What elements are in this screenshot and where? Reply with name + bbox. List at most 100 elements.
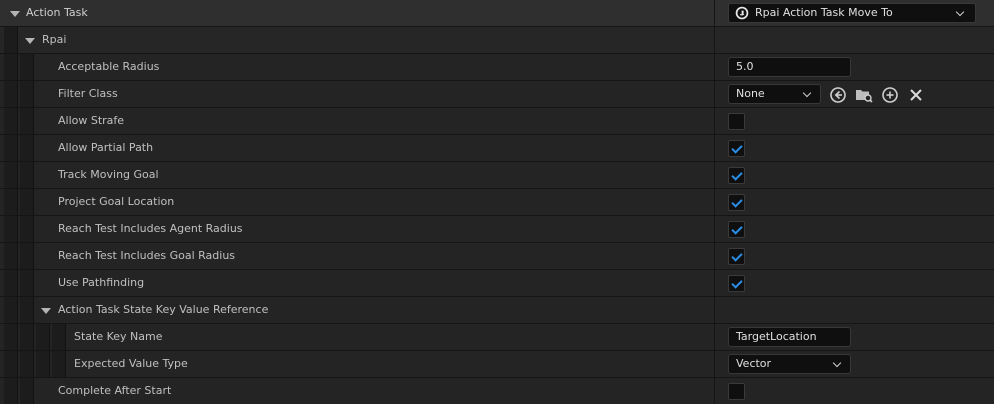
- indent-guide: [52, 324, 66, 350]
- property-row-expected-value-type: Expected Value Type Vector: [0, 351, 994, 378]
- track-moving-goal-checkbox[interactable]: [728, 167, 745, 184]
- indent-guide: [4, 54, 18, 80]
- filter-class-combo[interactable]: None: [728, 84, 821, 104]
- property-label: Track Moving Goal: [58, 168, 159, 181]
- chevron-down-icon: [802, 88, 812, 98]
- property-label: Use Pathfinding: [58, 276, 145, 289]
- property-value-cell: [715, 216, 994, 242]
- reach-goal-radius-checkbox[interactable]: [728, 248, 745, 265]
- property-label: State Key Name: [74, 330, 163, 343]
- state-key-name-input[interactable]: TargetLocation: [728, 327, 851, 347]
- indent-guide: [20, 297, 34, 323]
- property-row-allow-partial-path: Allow Partial Path: [0, 135, 994, 162]
- indent-guide: [4, 378, 18, 404]
- collapse-arrow-icon[interactable]: [10, 11, 20, 17]
- allow-strafe-checkbox[interactable]: [728, 113, 745, 130]
- indent-guide: [4, 270, 18, 296]
- indent-guide: [20, 216, 34, 242]
- project-goal-location-checkbox[interactable]: [728, 194, 745, 211]
- indent-guide: [20, 162, 34, 188]
- property-value-cell: [715, 108, 994, 134]
- plus-circle-icon[interactable]: [880, 85, 900, 105]
- indent-guide: [4, 216, 18, 242]
- indent-guide: [20, 324, 34, 350]
- property-label: Expected Value Type: [74, 357, 188, 370]
- collapse-arrow-icon[interactable]: [41, 308, 51, 314]
- filter-class-value: None: [736, 87, 765, 100]
- acceptable-radius-input[interactable]: 5.0: [728, 57, 851, 77]
- property-label: Reach Test Includes Agent Radius: [58, 222, 243, 235]
- complete-after-start-checkbox[interactable]: [728, 383, 745, 400]
- property-label: Allow Partial Path: [58, 141, 154, 154]
- property-row-allow-strafe: Allow Strafe: [0, 108, 994, 135]
- class-picker-combo[interactable]: Rpai Action Task Move To: [728, 3, 976, 23]
- indent-guide: [4, 189, 18, 215]
- indent-guide: [20, 378, 34, 404]
- indent-guide: [4, 162, 18, 188]
- indent-guide: [20, 81, 34, 107]
- chevron-down-icon: [832, 358, 842, 368]
- indent-guide: [4, 324, 18, 350]
- property-label: Acceptable Radius: [58, 60, 160, 73]
- property-label: Project Goal Location: [58, 195, 175, 208]
- property-label: Reach Test Includes Goal Radius: [58, 249, 236, 262]
- group-value-cell: [715, 27, 994, 53]
- indent-guide: [20, 189, 34, 215]
- allow-partial-path-checkbox[interactable]: [728, 140, 745, 157]
- close-icon[interactable]: [906, 85, 926, 105]
- property-value-cell: [715, 378, 994, 404]
- indent-guide: [4, 297, 18, 323]
- property-row-use-pathfinding: Use Pathfinding: [0, 270, 994, 297]
- property-row-state-key-name: State Key Name TargetLocation: [0, 324, 994, 351]
- property-value-cell: [715, 135, 994, 161]
- indent-guide: [4, 108, 18, 134]
- property-row-filter-class: Filter Class None: [0, 81, 994, 108]
- indent-guide: [4, 135, 18, 161]
- expected-value-type-combo[interactable]: Vector: [728, 354, 851, 374]
- indent-guide: [20, 351, 34, 377]
- property-value-cell: [715, 189, 994, 215]
- property-label: Filter Class: [58, 87, 118, 100]
- chevron-down-icon: [955, 7, 965, 17]
- indent-guide: [4, 243, 18, 269]
- collapse-arrow-icon[interactable]: [25, 38, 35, 44]
- property-row-acceptable-radius: Acceptable Radius 5.0: [0, 54, 994, 81]
- property-row-state-key-ref[interactable]: Action Task State Key Value Reference: [0, 297, 994, 324]
- property-row-track-moving-goal: Track Moving Goal: [0, 162, 994, 189]
- indent-guide: [4, 351, 18, 377]
- indent-guide: [4, 81, 18, 107]
- reach-agent-radius-checkbox[interactable]: [728, 221, 745, 238]
- property-value-cell: [715, 297, 994, 323]
- category-name-cell: [0, 0, 714, 26]
- indent-guide: [20, 108, 34, 134]
- use-pathfinding-checkbox[interactable]: [728, 275, 745, 292]
- indent-guide: [20, 270, 34, 296]
- indent-guide: [36, 324, 50, 350]
- unreal-logo-icon: [735, 6, 749, 20]
- group-name-cell: [0, 27, 714, 53]
- indent-guide: [36, 351, 50, 377]
- property-row-reach-agent-radius: Reach Test Includes Agent Radius: [0, 216, 994, 243]
- property-value-cell: [715, 270, 994, 296]
- folder-search-icon[interactable]: [854, 85, 874, 105]
- expected-value-type-value: Vector: [736, 357, 772, 370]
- category-action-task[interactable]: Action Task Rpai Action Task Move To: [0, 0, 994, 27]
- property-value-cell: [715, 162, 994, 188]
- property-label: Action Task State Key Value Reference: [58, 303, 269, 316]
- indent-guide: [20, 243, 34, 269]
- group-label: Rpai: [42, 33, 67, 46]
- property-label: Complete After Start: [58, 384, 172, 397]
- property-value-cell: [715, 243, 994, 269]
- indent-guide: [52, 351, 66, 377]
- browse-arrow-icon[interactable]: [828, 85, 848, 105]
- property-row-complete-after-start: Complete After Start: [0, 378, 994, 404]
- property-row-project-goal-location: Project Goal Location: [0, 189, 994, 216]
- category-label: Action Task: [26, 6, 88, 19]
- property-row-reach-goal-radius: Reach Test Includes Goal Radius: [0, 243, 994, 270]
- property-label: Allow Strafe: [58, 114, 125, 127]
- group-rpai[interactable]: Rpai: [0, 27, 994, 54]
- indent-guide: [4, 27, 18, 53]
- indent-guide: [20, 54, 34, 80]
- indent-guide: [20, 135, 34, 161]
- class-picker-value: Rpai Action Task Move To: [755, 6, 893, 19]
